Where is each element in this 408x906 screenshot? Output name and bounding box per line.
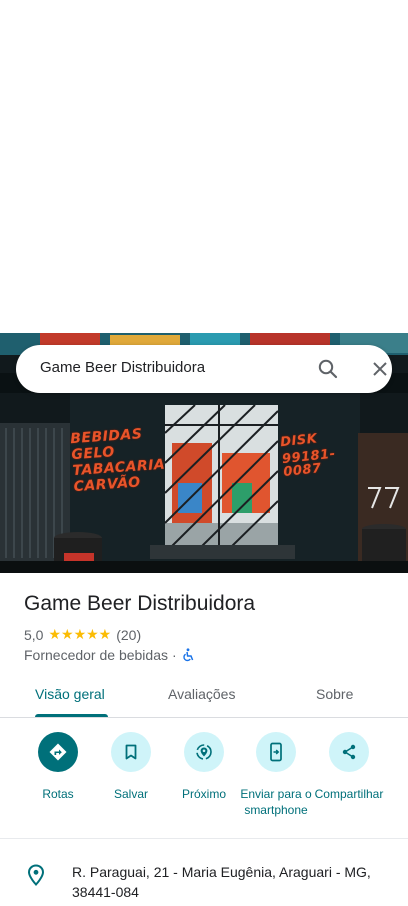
send-to-phone-button[interactable]: Enviar para o smartphone [236, 732, 316, 818]
place-tabs: Visão geral Avaliações Sobre [0, 674, 408, 718]
wheelchair-accessible-icon [181, 648, 195, 662]
close-icon[interactable] [368, 357, 392, 381]
share-icon[interactable] [329, 732, 369, 772]
active-tab-indicator [35, 714, 108, 717]
share-button[interactable]: Compartilhar [309, 732, 389, 802]
divider [0, 838, 408, 839]
rating-value: 5,0 [24, 626, 44, 643]
rating-row[interactable]: 5,0 ★★★★★ (20) [24, 626, 141, 643]
graffiti-right-text: DISK 99181-0087 [280, 430, 345, 483]
tab-overview[interactable]: Visão geral [35, 686, 105, 702]
directions-button[interactable]: Rotas [18, 732, 98, 802]
nearby-label: Próximo [181, 787, 226, 801]
action-buttons: Rotas Salvar Próximo Enviar para o smart… [0, 730, 408, 830]
star-rating-icon: ★★★★★ [48, 626, 112, 642]
directions-icon[interactable] [38, 732, 78, 772]
save-button[interactable]: Salvar [91, 732, 171, 802]
place-category[interactable]: Fornecedor de bebidas [24, 647, 168, 663]
search-icon[interactable] [316, 357, 340, 381]
directions-label: Rotas [42, 787, 74, 801]
review-count[interactable]: (20) [116, 627, 141, 643]
place-title: Game Beer Distribuidora [24, 592, 256, 615]
graffiti-line: 99181-0087 [281, 446, 337, 481]
graffiti-left-text: BEBIDAS GELO TABACARIA CARVÃO [70, 426, 166, 496]
send-to-phone-label: Enviar para o smartphone [240, 787, 312, 817]
location-pin-icon [26, 864, 46, 886]
tab-about[interactable]: Sobre [316, 686, 353, 702]
separator-dot: · [172, 647, 177, 663]
send-to-phone-icon[interactable] [256, 732, 296, 772]
category-row: Fornecedor de bebidas · [24, 647, 195, 663]
address-text: R. Paraguai, 21 - Maria Eugênia, Araguar… [72, 864, 371, 900]
bookmark-icon[interactable] [111, 732, 151, 772]
save-label: Salvar [113, 787, 148, 801]
share-label: Compartilhar [314, 787, 384, 801]
tab-reviews[interactable]: Avaliações [168, 686, 235, 702]
search-input[interactable]: Game Beer Distribuidora [40, 359, 205, 376]
nearby-icon[interactable] [184, 732, 224, 772]
nearby-button[interactable]: Próximo [164, 732, 244, 802]
search-bar[interactable]: Game Beer Distribuidora [16, 345, 392, 393]
map-area[interactable] [0, 0, 408, 333]
